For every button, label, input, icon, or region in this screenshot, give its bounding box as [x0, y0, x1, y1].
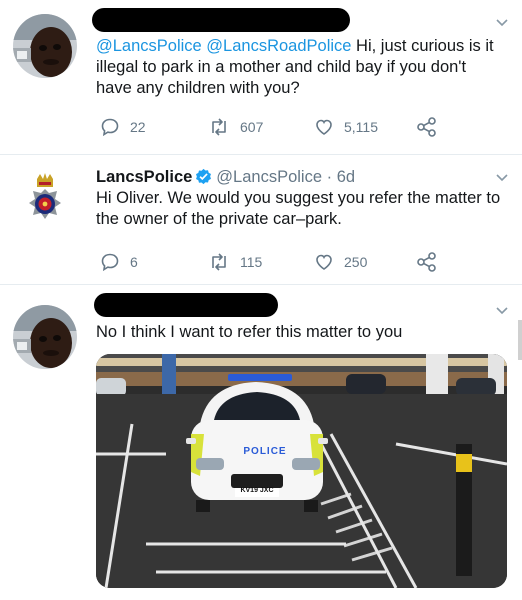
retweet-count: 607	[240, 119, 264, 135]
share-icon	[417, 117, 436, 137]
share-icon	[417, 252, 436, 272]
like-button[interactable]: 5,115	[314, 117, 378, 137]
chevron-down-icon[interactable]	[496, 17, 508, 29]
reply-button[interactable]: 6	[100, 252, 138, 272]
police-crest-avatar[interactable]	[13, 169, 77, 233]
tweet-timestamp[interactable]: · 6d	[327, 168, 355, 186]
reply-icon	[101, 118, 119, 137]
retweet-button[interactable]: 607	[208, 117, 263, 137]
retweet-icon	[212, 253, 226, 271]
reply-count: 6	[130, 254, 138, 270]
heart-icon	[316, 254, 332, 270]
tweet-header: LancsPolice @LancsPolice · 6d	[96, 167, 506, 188]
verified-badge-icon	[196, 168, 212, 185]
scrollbar[interactable]	[518, 320, 522, 360]
reply-icon	[101, 253, 119, 272]
like-count: 5,115	[344, 119, 378, 135]
tweet-original: @LancsPolice @LancsRoadPolice Hi, just c…	[0, 0, 522, 150]
author-handle[interactable]: @LancsPolice	[216, 168, 322, 186]
reply-button[interactable]: 22	[100, 117, 146, 137]
attached-photo[interactable]: POLICE KV19 JXC	[96, 354, 507, 588]
license-plate: KV19 JXC	[240, 487, 274, 494]
tweet-text: @LancsPolice @LancsRoadPolice Hi, just c…	[96, 36, 506, 99]
share-button[interactable]	[416, 117, 448, 137]
tweet-reply-police: LancsPolice @LancsPolice · 6d Hi Oliver. …	[0, 155, 522, 285]
tweet-body: No I think I want to refer this matter t…	[96, 323, 403, 341]
tweet-mentions[interactable]: @LancsPolice @LancsRoadPolice	[96, 37, 351, 55]
retweet-count: 115	[240, 254, 263, 270]
retweet-icon	[212, 118, 226, 136]
like-button[interactable]: 250	[314, 252, 367, 272]
share-button[interactable]	[416, 252, 448, 272]
heart-icon	[316, 119, 332, 135]
like-count: 250	[344, 254, 368, 270]
reply-count: 22	[130, 119, 146, 135]
redacted-username	[92, 8, 350, 32]
retweet-button[interactable]: 115	[208, 252, 262, 272]
avatar[interactable]	[13, 14, 77, 78]
tweet-body: Hi Oliver. We would you suggest you refe…	[96, 189, 501, 228]
avatar[interactable]	[13, 305, 77, 369]
author-name[interactable]: LancsPolice	[96, 168, 192, 186]
redacted-username	[94, 293, 278, 317]
chevron-down-icon[interactable]	[496, 305, 508, 317]
police-livery-text: POLICE	[243, 446, 287, 457]
